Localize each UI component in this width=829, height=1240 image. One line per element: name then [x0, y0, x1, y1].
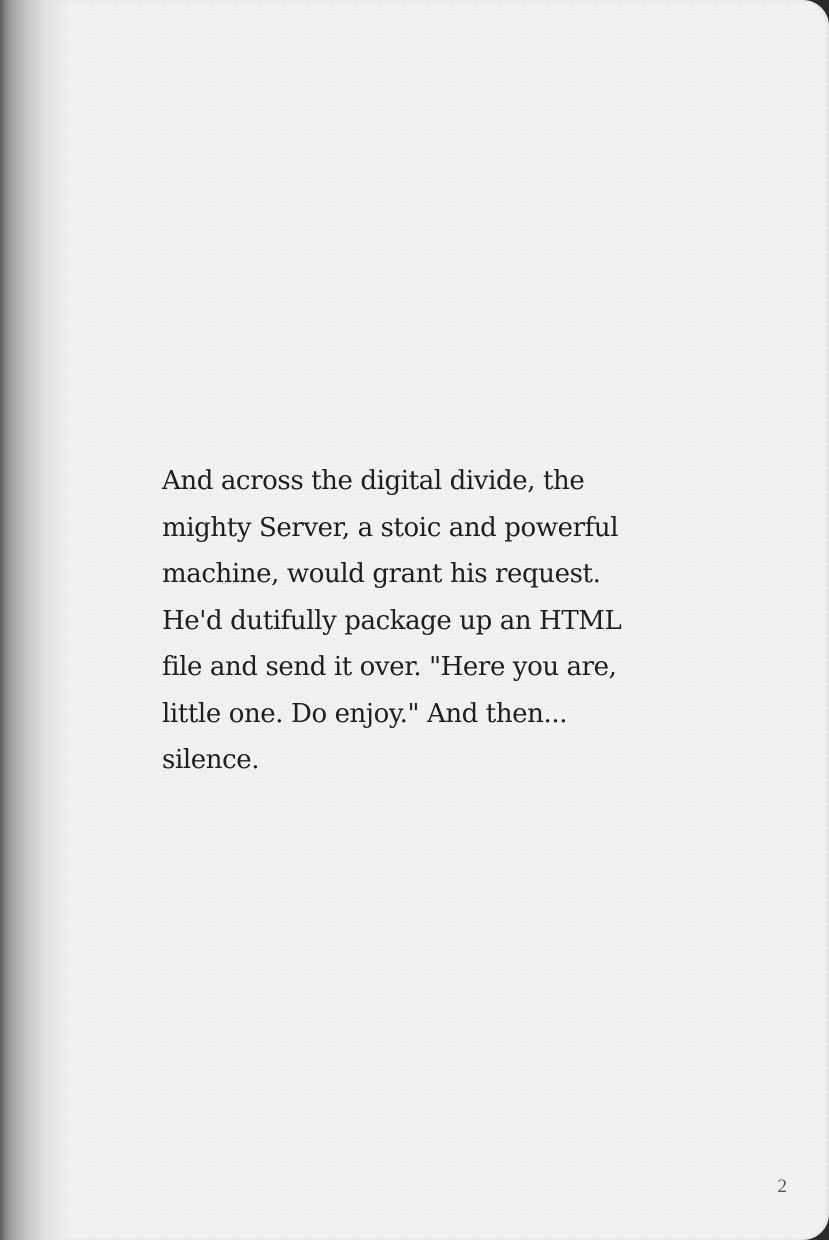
page-number: 2: [777, 1176, 788, 1197]
spine-shadow: [0, 0, 70, 1240]
book-page: And across the digital divide, the might…: [0, 0, 829, 1240]
page-paragraph: And across the digital divide, the might…: [162, 466, 622, 775]
